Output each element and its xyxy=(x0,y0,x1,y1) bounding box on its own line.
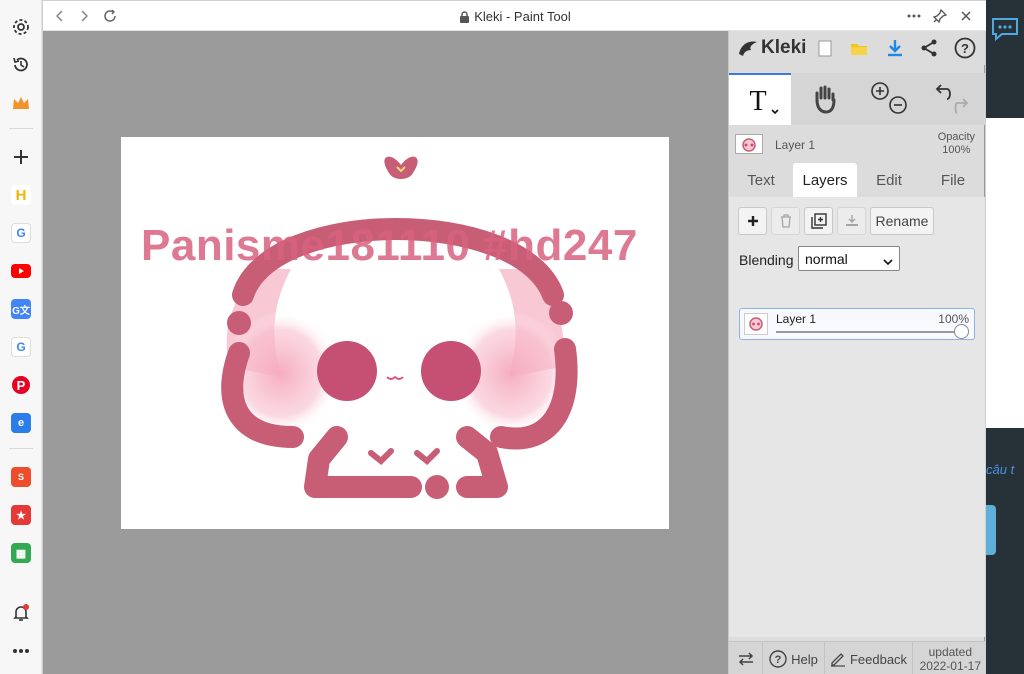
text-tool-icon: T xyxy=(749,86,779,117)
trash-icon xyxy=(780,214,791,228)
tab-file[interactable]: File xyxy=(921,163,985,197)
history-icon[interactable] xyxy=(8,52,34,78)
layer-opacity-slider[interactable] xyxy=(776,331,962,333)
window-menu-icon[interactable] xyxy=(903,5,925,27)
duplicate-layer-button[interactable] xyxy=(804,207,833,235)
blending-label: Blending xyxy=(739,252,794,268)
canvas-area[interactable]: Panisme181110 #hd247 xyxy=(43,31,728,674)
zoom-out-icon[interactable] xyxy=(889,96,907,114)
layer-opacity-slider-handle[interactable] xyxy=(954,324,969,339)
gear-icon[interactable] xyxy=(8,14,34,40)
plus-icon xyxy=(747,216,758,226)
add-layer-button[interactable] xyxy=(738,207,767,235)
layer-thumbnail xyxy=(735,134,763,154)
shopping-icon[interactable]: S xyxy=(8,464,34,490)
layer-list-item[interactable]: Layer 1 100% xyxy=(739,308,975,340)
svg-text:P: P xyxy=(17,378,26,393)
download-icon[interactable] xyxy=(883,36,907,60)
svg-text:T: T xyxy=(749,86,766,117)
duplicate-icon xyxy=(810,213,827,229)
game-icon[interactable]: ★ xyxy=(8,502,34,528)
chat-bubble-icon[interactable] xyxy=(990,16,1020,42)
pen-icon xyxy=(830,653,845,667)
hand-tool-button[interactable] xyxy=(793,73,857,125)
svg-text:?: ? xyxy=(775,654,782,666)
help-icon: ? xyxy=(769,650,787,668)
canvas-watermark-text: Panisme181110 #hd247 xyxy=(141,221,638,270)
panel-footer: ? Help Feedback updated 2022-01-17 xyxy=(729,641,985,674)
google-icon-2[interactable]: G xyxy=(8,334,34,360)
merge-down-button[interactable] xyxy=(837,207,866,235)
brand-bar: Kleki ? xyxy=(729,31,985,65)
redo-icon[interactable] xyxy=(954,98,969,114)
text-tool-button[interactable]: T xyxy=(729,73,791,125)
current-layer-opacity: Opacity 100% xyxy=(937,131,975,156)
layer-item-name: Layer 1 xyxy=(776,312,817,326)
current-layer-header: Layer 1 Opacity 100% xyxy=(729,128,985,162)
edge-app-icon[interactable]: e xyxy=(8,410,34,436)
background-link[interactable]: câu t xyxy=(986,462,1014,477)
layers-tab-content: Rename Blending normal Layer 1 100% xyxy=(729,197,985,637)
kleki-panel: Kleki ? T Layer 1 Opacity 100% Text Laye… xyxy=(728,31,985,674)
youtube-icon[interactable] xyxy=(8,258,34,284)
updated-info[interactable]: updated 2022-01-17 xyxy=(920,645,981,673)
chevron-down-icon xyxy=(883,253,893,269)
close-icon[interactable] xyxy=(955,5,977,27)
tab-layers[interactable]: Layers xyxy=(793,163,857,197)
browser-sidebar: H G G文 G P e S ★ ▦ xyxy=(0,0,42,674)
drawing-canvas[interactable]: Panisme181110 #hd247 xyxy=(121,137,669,529)
svg-text:?: ? xyxy=(961,41,969,56)
kleki-bird-icon xyxy=(739,41,757,56)
layer-item-thumbnail xyxy=(744,313,768,335)
bell-icon[interactable] xyxy=(8,600,34,626)
current-layer-name: Layer 1 xyxy=(775,138,816,152)
panel-tabs: Text Layers Edit File xyxy=(729,163,985,197)
app-window: Kleki - Paint Tool Panisme181110 #hd247 … xyxy=(42,0,987,674)
window-title: Kleki - Paint Tool xyxy=(43,9,987,26)
translate-icon[interactable]: G文 xyxy=(8,296,34,322)
background-page: câu t xyxy=(986,0,1024,674)
feedback-button[interactable]: Feedback xyxy=(825,642,913,674)
swap-icon xyxy=(738,652,753,666)
pin-icon[interactable] xyxy=(929,5,951,27)
google-icon[interactable]: G xyxy=(8,220,34,246)
undo-icon[interactable] xyxy=(935,84,951,100)
kleki-logo[interactable]: Kleki xyxy=(737,37,806,59)
title-bar: Kleki - Paint Tool xyxy=(43,1,987,31)
background-button[interactable] xyxy=(986,505,996,555)
swap-side-button[interactable] xyxy=(729,642,763,674)
blending-mode-select[interactable]: normal xyxy=(798,246,900,271)
zoom-buttons xyxy=(859,73,919,125)
pinterest-icon[interactable]: P xyxy=(8,372,34,398)
app-h-icon[interactable]: H xyxy=(8,182,34,208)
tab-edit[interactable]: Edit xyxy=(857,163,921,197)
lock-icon xyxy=(459,11,470,26)
help-button[interactable]: ? Help xyxy=(763,642,825,674)
add-icon[interactable] xyxy=(8,144,34,170)
tab-text[interactable]: Text xyxy=(729,163,793,197)
zoom-in-icon[interactable] xyxy=(871,82,889,100)
help-circle-icon[interactable]: ? xyxy=(953,36,977,60)
more-icon[interactable] xyxy=(8,638,34,664)
cute-character-drawing xyxy=(221,156,578,499)
crown-icon[interactable] xyxy=(8,90,34,116)
sheet-icon[interactable]: ▦ xyxy=(8,540,34,566)
share-icon[interactable] xyxy=(917,36,941,60)
tool-row: T xyxy=(729,73,985,125)
background-header xyxy=(986,0,1024,118)
delete-layer-button[interactable] xyxy=(771,207,800,235)
undo-redo-buttons xyxy=(921,73,983,125)
rename-layer-button[interactable]: Rename xyxy=(870,207,934,235)
open-folder-icon[interactable] xyxy=(847,36,871,60)
new-image-icon[interactable] xyxy=(813,36,837,60)
hand-icon xyxy=(815,85,836,114)
merge-down-icon xyxy=(845,215,858,226)
